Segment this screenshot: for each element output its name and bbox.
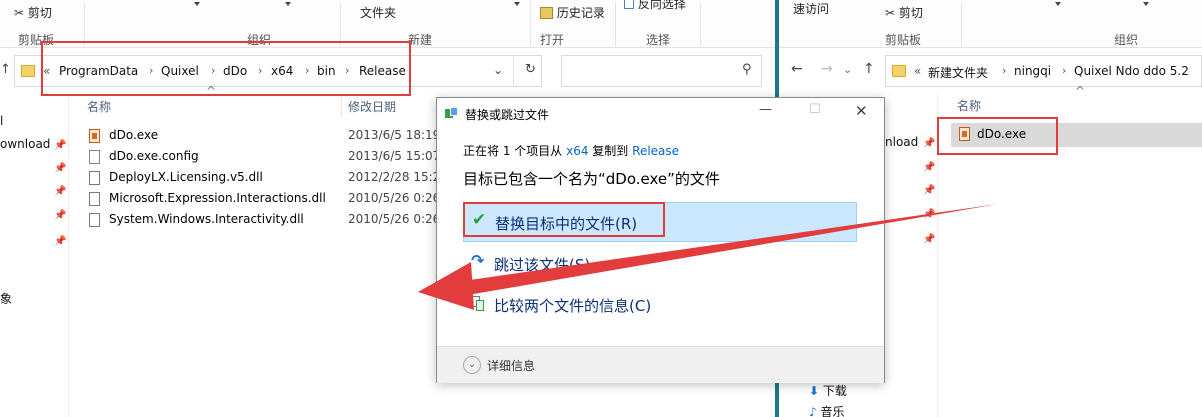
arrow-head	[418, 262, 474, 310]
arrow-shaft	[456, 204, 998, 296]
annotation-arrow	[418, 204, 998, 310]
